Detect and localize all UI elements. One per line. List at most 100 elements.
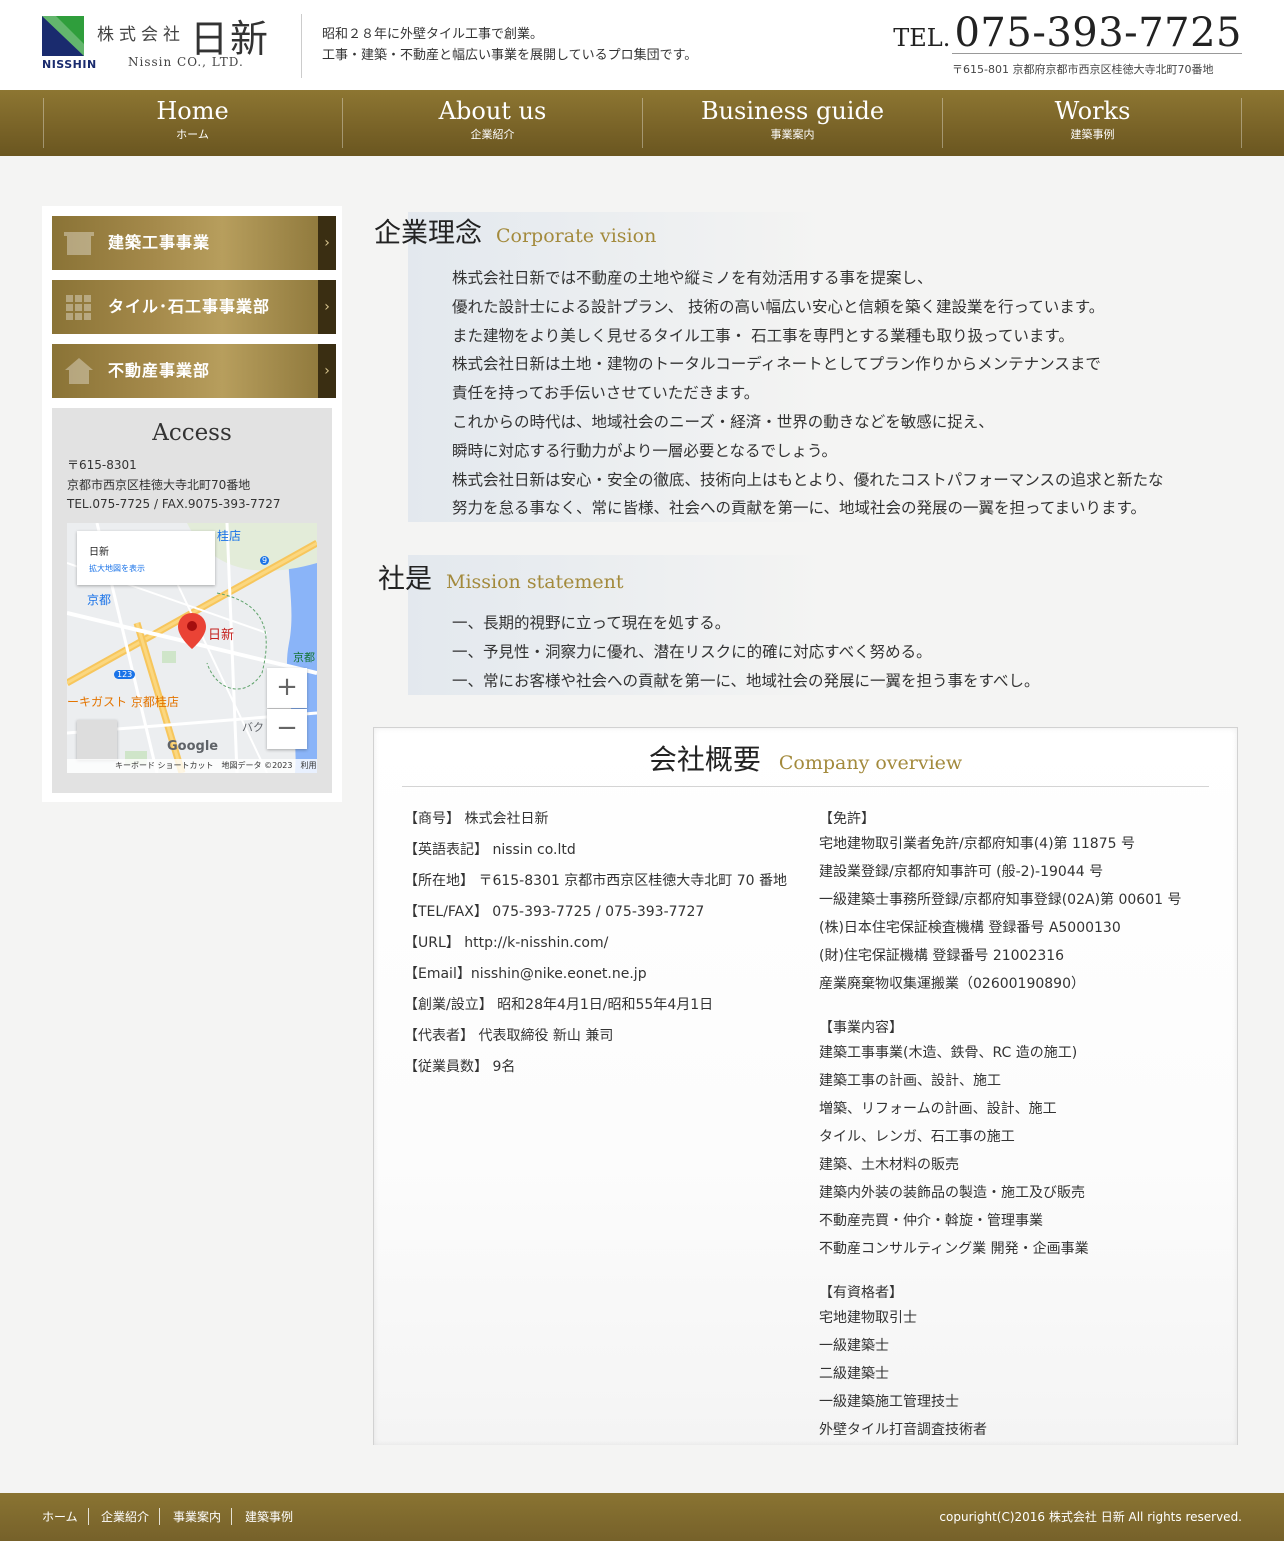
- mission-title-jp: 社是: [378, 564, 432, 595]
- access-box: Access 〒615-8301 京都市西京区桂徳大寺北町70番地 TEL.07…: [52, 408, 332, 793]
- vision-line: 責任を持ってお手伝いさせていただきます。: [452, 384, 760, 403]
- overview-email[interactable]: 【Email】nisshin@nike.eonet.ne.jp: [404, 963, 647, 983]
- nav-item-business[interactable]: Business guide 事業案内: [643, 90, 942, 156]
- logo-subtitle: Nissin CO., LTD.: [128, 55, 244, 69]
- map-label-station: 桂店: [217, 529, 242, 543]
- access-address: 〒615-8301 京都市西京区桂徳大寺北町70番地 TEL.075-7725 …: [67, 456, 281, 515]
- site-header: NISSHIN 株式会社 日新 Nissin CO., LTD. 昭和２８年に外…: [0, 0, 1284, 90]
- sidebar-button-label: 建築工事事業: [108, 233, 211, 252]
- qualification-item: 宅地建物取引士: [819, 1310, 917, 1326]
- footer-separator: [88, 1508, 89, 1525]
- tile-icon: [66, 295, 91, 320]
- mission-line: 一、予見性・洞察力に優れ、潜在リスクに的確に対応すべく努める。: [452, 642, 932, 661]
- tagline: 昭和２８年に外壁タイル工事で創業。 工事・建築・不動産と幅広い事業を展開している…: [322, 24, 697, 66]
- vision-line: 株式会社日新は安心・安全の徹底、技術向上はもとより、優れたコストパフォーマンスの…: [452, 470, 1164, 489]
- overview-heading: 会社概要 Company overview: [374, 738, 1237, 778]
- overview-url[interactable]: 【URL】 http://k-nisshin.com/: [404, 932, 608, 952]
- tel-underline: [952, 53, 1242, 54]
- house-icon: [65, 358, 93, 384]
- mission-heading: 社是 Mission statement: [378, 557, 624, 596]
- business-item: 建築、土木材料の販売: [819, 1157, 959, 1173]
- license-item: (財)住宅保証機構 登録番号 21002316: [819, 948, 1065, 964]
- map-route-badge: 123: [114, 670, 136, 679]
- logo-kabushiki: 株式会社: [97, 25, 185, 45]
- vision-line: 株式会社日新では不動産の土地や縦ミノを有効活用する事を提案し、: [452, 269, 933, 287]
- access-line: TEL.075-7725 / FAX.9075-393-7727: [67, 497, 281, 511]
- tagline-line: 工事・建築・不動産と幅広い事業を展開しているプロ集団です。: [322, 48, 698, 63]
- footer-link-works[interactable]: 建築事例: [245, 1509, 293, 1525]
- business-item: 不動産売買・仲介・斡旋・管理事業: [819, 1213, 1043, 1229]
- footer-separator: [159, 1508, 160, 1525]
- sidebar: 建築工事事業 › タイル･石工事事業部 › 不動産事業部 › Access 〒6…: [42, 206, 342, 802]
- main-nav: Home ホーム About us 企業紹介 Business guide 事業…: [0, 90, 1284, 156]
- nav-label-jp: 建築事例: [1070, 128, 1115, 141]
- sidebar-button-real-estate[interactable]: 不動産事業部 ›: [52, 344, 336, 398]
- chevron-right-icon: ›: [318, 280, 336, 334]
- business-item: タイル、レンガ、石工事の施工: [819, 1129, 1015, 1145]
- nav-label-jp: 事業案内: [770, 128, 815, 141]
- overview-item: 【商号】 株式会社日新: [404, 811, 549, 827]
- map-zoom-in-button[interactable]: +: [267, 668, 307, 708]
- nav-label-en: About us: [438, 97, 547, 125]
- nav-item-about[interactable]: About us 企業紹介: [343, 90, 642, 156]
- map-label-kyoto: 京都: [87, 593, 112, 607]
- map-zoom-out-button[interactable]: −: [267, 709, 307, 749]
- chevron-right-icon: ›: [318, 344, 336, 398]
- sidebar-button-label: 不動産事業部: [108, 361, 211, 380]
- vision-title-jp: 企業理念: [374, 218, 482, 249]
- google-logo: Google: [167, 739, 219, 754]
- access-line: 京都市西京区桂徳大寺北町70番地: [67, 477, 251, 492]
- google-map[interactable]: 日新 拡大地図を表示 日新 京都 桂店 9 123 ーキガスト 京都桂店 京都 …: [67, 523, 317, 773]
- vision-title-en: Corporate vision: [496, 225, 657, 247]
- map-enlarge-link[interactable]: 拡大地図を表示: [89, 563, 145, 574]
- building-icon: [64, 232, 94, 255]
- business-item: 不動産コンサルティング業 開発・企画事業: [819, 1241, 1089, 1257]
- nav-label-en: Business guide: [700, 97, 885, 125]
- nav-item-home[interactable]: Home ホーム: [43, 90, 342, 156]
- license-item: 建設業登録/京都府知事許可 (般-2)-19044 号: [819, 864, 1104, 880]
- business-item: 建築工事の計画、設計、施工: [819, 1073, 1001, 1089]
- logo-text: NISSHIN: [42, 58, 97, 71]
- header-address: 〒615-801 京都府京都市西京区桂徳大寺北町70番地: [952, 63, 1214, 76]
- nav-separator: [1241, 98, 1242, 148]
- header-tel[interactable]: TEL. 075-393-7725: [893, 10, 1242, 56]
- nav-item-works[interactable]: Works 建築事例: [943, 90, 1242, 156]
- mission-line: 一、長期的視野に立って現在を処する。: [452, 614, 731, 632]
- footer-link-about[interactable]: 企業紹介: [101, 1509, 149, 1525]
- nisshin-logo-icon[interactable]: [42, 16, 84, 56]
- map-label-restaurant: ーキガスト 京都桂店: [67, 695, 179, 709]
- tel-number[interactable]: 075-393-7725: [954, 10, 1242, 56]
- header-divider: [301, 14, 302, 78]
- map-label-right: 京都: [293, 651, 315, 664]
- map-place-card: 日新 拡大地図を表示: [77, 531, 215, 585]
- map-route-badge: 9: [260, 556, 270, 565]
- license-item: 宅地建物取引業者免許/京都府知事(4)第 11875 号: [819, 836, 1135, 852]
- overview-item: 【従業員数】 9名: [404, 1059, 516, 1075]
- tagline-line: 昭和２８年に外壁タイル工事で創業。: [322, 27, 544, 42]
- mission-line: 一、常にお客様や社会への貢献を第一に、地域社会の発展に一翼を担う事をすべし。: [452, 671, 1040, 690]
- copyright: copuright(C)2016 株式会社 日新 All rights rese…: [939, 1510, 1242, 1524]
- qualification-item: 一級建築施工管理技士: [819, 1394, 959, 1410]
- overview-title-jp: 会社概要: [648, 743, 761, 776]
- sidebar-button-label: タイル･石工事事業部: [108, 297, 271, 316]
- license-item: 一級建築士事務所登録/京都府知事登録(02A)第 00601 号: [819, 892, 1182, 908]
- sidebar-button-tile-stone[interactable]: タイル･石工事事業部 ›: [52, 280, 336, 334]
- footer-link-home[interactable]: ホーム: [42, 1509, 78, 1525]
- company-overview-panel: 会社概要 Company overview 【商号】 株式会社日新 【英語表記】 …: [373, 727, 1238, 1445]
- nav-label-en: Home: [156, 97, 229, 125]
- vision-line: 努力を怠る事なく、常に皆様、社会への貢献を第一に、地域社会の発展の一翼を担ってま…: [452, 499, 1146, 518]
- map-pegman-control[interactable]: [77, 720, 117, 760]
- qualification-heading: 【有資格者】: [819, 1285, 903, 1301]
- map-pin-icon[interactable]: [178, 613, 206, 649]
- sidebar-button-construction[interactable]: 建築工事事業 ›: [52, 216, 336, 270]
- vision-text: 株式会社日新では不動産の土地や縦ミノを有効活用する事を提案し、 優れた設計士によ…: [452, 264, 1163, 523]
- site-footer: ホーム 企業紹介 事業案内 建築事例 copuright(C)2016 株式会社…: [0, 1493, 1284, 1541]
- vision-line: 優れた設計士による設計プラン、 技術の高い幅広い安心と信頼を築く建設業を行ってい…: [452, 297, 1105, 316]
- nav-label-en: Works: [1054, 97, 1131, 125]
- vision-line: また建物をより美しく見せるタイル工事・ 石工事を専門とする業種も取り扱っています…: [452, 326, 1074, 345]
- license-item: (株)日本住宅保証検査機構 登録番号 A5000130: [819, 920, 1121, 936]
- business-item: 建築内外装の装飾品の製造・施工及び販売: [819, 1185, 1085, 1201]
- nav-label-jp: ホーム: [176, 128, 209, 141]
- access-line: 〒615-8301: [67, 458, 137, 472]
- footer-link-business[interactable]: 事業案内: [173, 1509, 221, 1525]
